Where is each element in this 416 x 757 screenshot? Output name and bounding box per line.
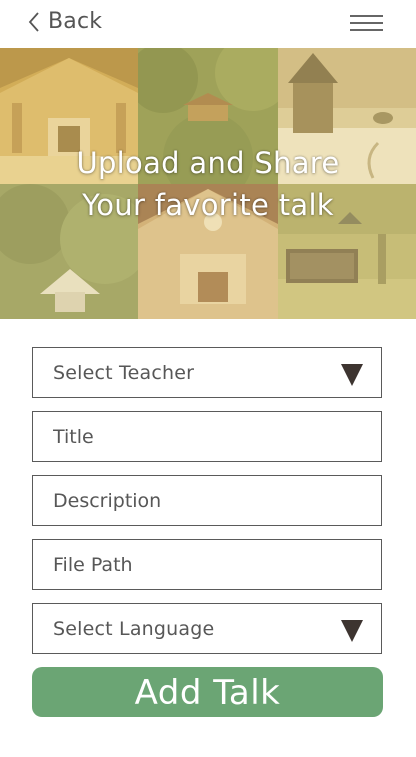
teacher-select[interactable]: Select Teacher — [32, 347, 382, 398]
description-input[interactable] — [33, 476, 381, 525]
hero-overlay — [0, 48, 416, 319]
dropdown-triangle-icon — [341, 364, 363, 386]
dropdown-triangle-icon — [341, 620, 363, 642]
hero-banner: Upload and Share Your favorite talk — [0, 48, 416, 319]
hamburger-menu-icon[interactable] — [350, 15, 383, 33]
title-input[interactable] — [33, 412, 381, 461]
title-field[interactable] — [32, 411, 382, 462]
add-talk-button[interactable]: Add Talk — [32, 667, 383, 717]
hero-title-line-1: Upload and Share — [76, 146, 340, 180]
back-button[interactable]: Back — [28, 9, 102, 34]
hero-title-line-2: Your favorite talk — [82, 188, 334, 222]
language-select-value: Select Language — [53, 618, 215, 640]
top-bar: Back — [0, 0, 416, 48]
teacher-select-value: Select Teacher — [53, 362, 195, 384]
file-path-input[interactable] — [33, 540, 381, 589]
file-path-field[interactable] — [32, 539, 382, 590]
description-field[interactable] — [32, 475, 382, 526]
language-select[interactable]: Select Language — [32, 603, 382, 654]
chevron-left-icon — [28, 11, 39, 32]
back-label: Back — [48, 9, 103, 34]
